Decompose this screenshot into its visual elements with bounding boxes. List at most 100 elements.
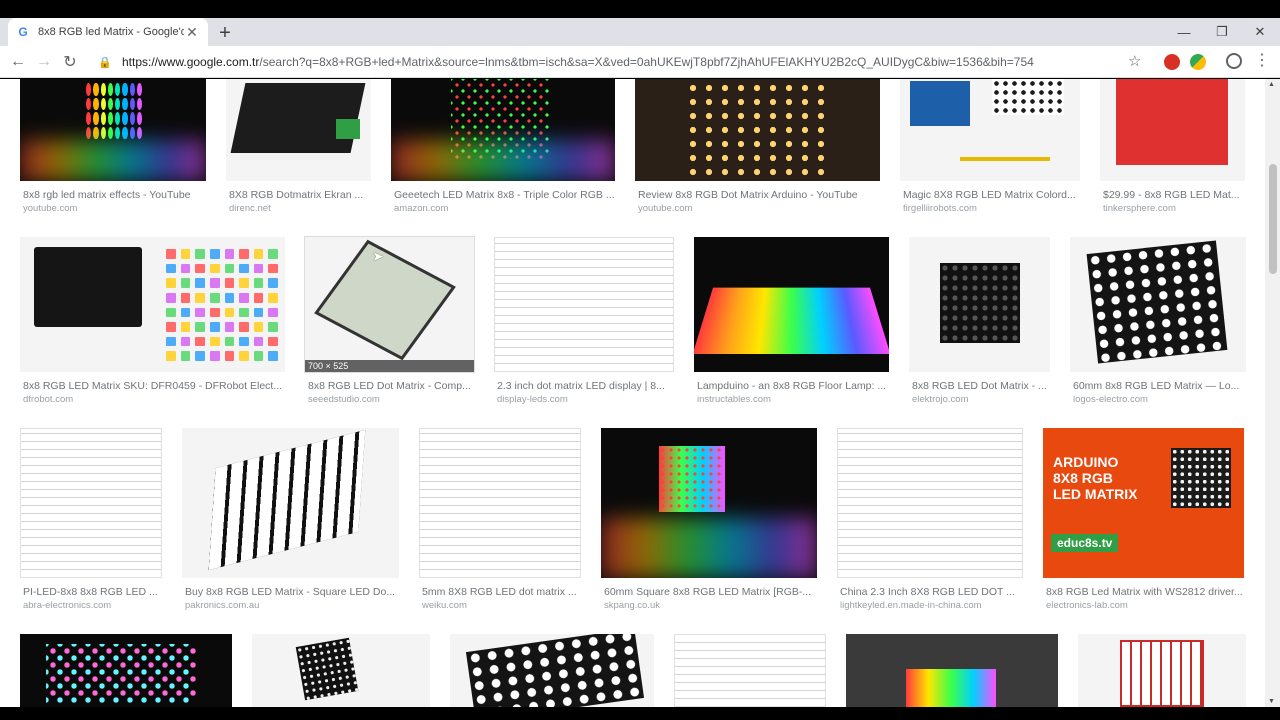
result-thumbnail[interactable] — [252, 634, 430, 707]
result-thumbnail[interactable] — [1070, 237, 1246, 372]
address-bar[interactable]: 🔒 https://www.google.com.tr/search?q=8x8… — [92, 50, 1152, 74]
result-caption[interactable]: Review 8x8 RGB Dot Matrix Arduino - YouT… — [638, 189, 883, 201]
result-caption[interactable]: 8x8 RGB LED Dot Matrix - ... — [912, 380, 1053, 392]
result-source[interactable]: skpang.co.uk — [604, 600, 820, 611]
led-matrix-image — [1120, 640, 1204, 707]
result-caption[interactable]: 5mm 8X8 RGB LED dot matrix ... — [422, 586, 584, 598]
result-thumbnail[interactable] — [674, 634, 826, 707]
reload-icon[interactable]: ↻ — [58, 50, 82, 74]
result-thumbnail[interactable] — [601, 428, 817, 578]
pcb-connector — [336, 119, 360, 139]
result-source[interactable]: weiku.com — [422, 600, 584, 611]
result-thumbnail[interactable] — [20, 634, 232, 707]
result-source[interactable]: direnc.net — [229, 203, 374, 214]
result-caption[interactable]: 8x8 rgb led matrix effects - YouTube — [23, 189, 209, 201]
led-matrix-image — [1171, 448, 1231, 508]
rgb-led-grid — [166, 249, 278, 361]
result-caption[interactable]: Buy 8x8 RGB LED Matrix - Square LED Do..… — [185, 586, 402, 598]
result-thumbnail[interactable] — [1078, 634, 1246, 707]
wires-image — [960, 157, 1050, 161]
result-caption[interactable]: Magic 8X8 RGB LED Matrix Colord... — [903, 189, 1083, 201]
led-matrix-image — [940, 263, 1020, 343]
result-thumbnail[interactable] — [635, 79, 880, 181]
thumbnail-title: ARDUINO 8X8 RGB LED MATRIX — [1053, 454, 1138, 502]
light-glow — [601, 518, 817, 578]
result-source[interactable]: dfrobot.com — [23, 394, 288, 405]
result-thumbnail[interactable]: 700 × 525 — [304, 236, 475, 373]
rainbow-cubes-image — [694, 287, 889, 355]
result-thumbnail[interactable] — [419, 428, 581, 578]
result-caption[interactable]: China 2.3 Inch 8X8 RGB LED DOT ... — [840, 586, 1026, 598]
restore-icon[interactable]: ❐ — [1204, 18, 1240, 46]
bookmark-star-icon[interactable]: ☆ — [1128, 52, 1141, 70]
result-thumbnail[interactable] — [909, 237, 1050, 372]
google-g-icon: G — [18, 25, 28, 39]
result-source[interactable]: abra-electronics.com — [23, 600, 165, 611]
browser-tab[interactable]: G 8x8 RGB led Matrix - Google'da A ✕ — [8, 18, 208, 46]
result-thumbnail[interactable] — [20, 237, 285, 372]
result-caption[interactable]: 8x8 RGB Led Matrix with WS2812 driver... — [1046, 586, 1247, 598]
result-source[interactable]: amazon.com — [394, 203, 618, 214]
close-window-icon[interactable]: ✕ — [1242, 18, 1278, 46]
result-source[interactable]: seeedstudio.com — [308, 394, 477, 405]
url-text: https://www.google.com.tr/search?q=8x8+R… — [122, 55, 1034, 69]
led-matrix-image — [295, 637, 359, 701]
educ8s-logo: educ8s.tv — [1051, 534, 1119, 552]
result-caption[interactable]: 8x8 RGB LED Matrix SKU: DFR0459 - DFRobo… — [23, 380, 288, 392]
result-source[interactable]: lightkeyled.en.made-in-china.com — [840, 600, 1026, 611]
result-thumbnail[interactable] — [846, 634, 1058, 707]
result-source[interactable]: elektrojo.com — [912, 394, 1053, 405]
result-thumbnail[interactable]: ARDUINO 8X8 RGB LED MATRIX educ8s.tv — [1043, 428, 1244, 578]
rgb-dot-matrix — [46, 644, 196, 704]
result-caption[interactable]: Geeetech LED Matrix 8x8 - Triple Color R… — [394, 189, 618, 201]
forward-arrow-icon[interactable]: → — [32, 50, 56, 74]
result-thumbnail[interactable] — [694, 237, 889, 372]
result-thumbnail[interactable] — [391, 79, 615, 181]
led-module-image — [230, 83, 366, 153]
minimize-icon[interactable]: — — [1166, 18, 1202, 46]
kebab-menu-icon[interactable]: ⋮ — [1254, 50, 1270, 72]
led-panel-image — [314, 239, 456, 361]
result-thumbnail[interactable] — [20, 79, 206, 181]
result-thumbnail[interactable] — [1100, 79, 1245, 181]
back-arrow-icon[interactable]: ← — [6, 50, 30, 74]
result-source[interactable]: firgelliirobots.com — [903, 203, 1083, 214]
result-caption[interactable]: 8x8 RGB LED Dot Matrix - Comp... — [308, 380, 477, 392]
led-matrix-image — [992, 79, 1064, 115]
result-caption[interactable]: PI-LED-8x8 8x8 RGB LED ... — [23, 586, 165, 598]
result-thumbnail[interactable] — [20, 428, 162, 578]
result-source[interactable]: display-leds.com — [497, 394, 677, 405]
result-thumbnail[interactable] — [226, 79, 371, 181]
result-caption[interactable]: 60mm Square 8x8 RGB LED Matrix [RGB-... — [604, 586, 820, 598]
close-tab-icon[interactable]: ✕ — [184, 24, 200, 40]
extension-green-icon[interactable] — [1190, 54, 1206, 70]
result-source[interactable]: instructables.com — [697, 394, 892, 405]
result-thumbnail[interactable] — [494, 237, 674, 372]
scrollbar-thumb[interactable] — [1269, 164, 1277, 274]
profile-avatar-icon[interactable] — [1226, 53, 1242, 69]
scroll-up-icon[interactable]: ▲ — [1268, 81, 1275, 88]
result-caption[interactable]: 2.3 inch dot matrix LED display | 8... — [497, 380, 677, 392]
result-source[interactable]: pakronics.com.au — [185, 600, 402, 611]
result-caption[interactable]: 60mm 8x8 RGB LED Matrix — Lo... — [1073, 380, 1249, 392]
led-matrix-image — [465, 634, 645, 707]
result-source[interactable]: electronics-lab.com — [1046, 600, 1247, 611]
result-caption[interactable]: $29.99 - 8x8 RGB LED Mat... — [1103, 189, 1248, 201]
result-source[interactable]: youtube.com — [638, 203, 883, 214]
page-scrollbar[interactable]: ▲ ▼ — [1265, 79, 1280, 707]
result-source[interactable]: logos-electro.com — [1073, 394, 1249, 405]
result-thumbnail[interactable] — [182, 428, 399, 578]
result-caption[interactable]: Lampduino - an 8x8 RGB Floor Lamp: ... — [697, 380, 892, 392]
extension-red-icon[interactable] — [1164, 54, 1180, 70]
result-thumbnail[interactable] — [837, 428, 1023, 578]
result-source[interactable]: youtube.com — [23, 203, 209, 214]
scroll-down-icon[interactable]: ▼ — [1268, 698, 1275, 705]
result-thumbnail[interactable] — [900, 79, 1080, 181]
image-results: 8x8 rgb led matrix effects - YouTube you… — [0, 79, 1280, 707]
led-matrix-image — [1086, 240, 1228, 364]
result-thumbnail[interactable] — [450, 634, 654, 707]
result-source[interactable]: tinkersphere.com — [1103, 203, 1248, 214]
new-tab-button[interactable]: + — [214, 22, 236, 44]
square-led-matrix-image — [208, 429, 366, 571]
result-caption[interactable]: 8X8 RGB Dotmatrix Ekran ... — [229, 189, 374, 201]
